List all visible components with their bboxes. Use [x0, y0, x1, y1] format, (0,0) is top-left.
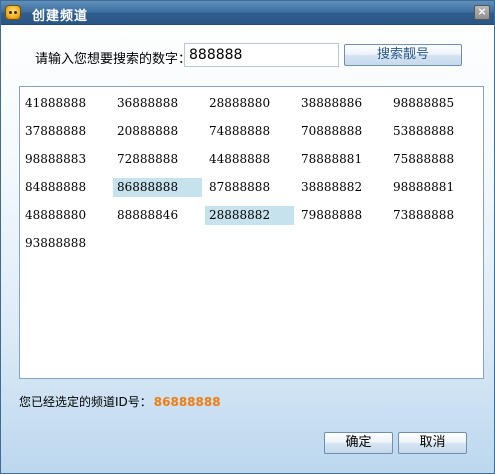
search-button[interactable]: 搜索靓号 [344, 44, 462, 66]
number-item[interactable]: 41888888 [21, 94, 110, 113]
number-item[interactable]: 74888888 [205, 122, 294, 141]
number-item[interactable]: 86888888 [113, 178, 202, 197]
number-item[interactable]: 28888882 [205, 206, 294, 225]
number-item[interactable]: 37888888 [21, 122, 110, 141]
ok-button[interactable]: 确定 [324, 432, 393, 454]
number-item[interactable]: 93888888 [21, 234, 110, 253]
app-logo-icon [5, 5, 21, 20]
number-item[interactable]: 70888888 [297, 122, 386, 141]
number-item[interactable]: 53888888 [389, 122, 478, 141]
selected-id-label: 您已经选定的频道ID号： [19, 395, 152, 409]
number-item[interactable]: 44888888 [205, 150, 294, 169]
cancel-button[interactable]: 取消 [398, 432, 467, 454]
selected-id-status: 您已经选定的频道ID号： 86888888 [19, 393, 221, 410]
number-item[interactable]: 20888888 [113, 122, 202, 141]
number-item[interactable]: 48888880 [21, 206, 110, 225]
close-button[interactable]: × [474, 5, 490, 20]
search-input[interactable] [184, 43, 339, 67]
number-item[interactable]: 36888888 [113, 94, 202, 113]
number-item[interactable]: 38888886 [297, 94, 386, 113]
window-title: 创建频道 [32, 9, 89, 24]
number-item[interactable]: 78888881 [297, 150, 386, 169]
selected-id-value: 86888888 [153, 395, 221, 409]
number-item[interactable]: 38888882 [297, 178, 386, 197]
number-item[interactable]: 98888883 [21, 150, 110, 169]
number-item[interactable]: 88888846 [113, 206, 202, 225]
number-item[interactable]: 75888888 [389, 150, 478, 169]
number-item[interactable]: 72888888 [113, 150, 202, 169]
number-item[interactable]: 73888888 [389, 206, 478, 225]
number-item[interactable]: 28888880 [205, 94, 294, 113]
title-bar[interactable]: 创建频道 × [1, 1, 494, 25]
number-item[interactable]: 79888888 [297, 206, 386, 225]
number-item[interactable]: 98888885 [389, 94, 478, 113]
number-item[interactable]: 87888888 [205, 178, 294, 197]
number-item[interactable]: 84888888 [21, 178, 110, 197]
search-prompt-label: 请输入您想要搜索的数字： [35, 52, 192, 67]
create-channel-dialog: 创建频道 × 请输入您想要搜索的数字： 搜索靓号 418888883688888… [0, 0, 495, 474]
number-item[interactable]: 98888881 [389, 178, 478, 197]
number-list[interactable]: 41888888 36888888 28888880 38888886 98888885… [19, 86, 484, 379]
